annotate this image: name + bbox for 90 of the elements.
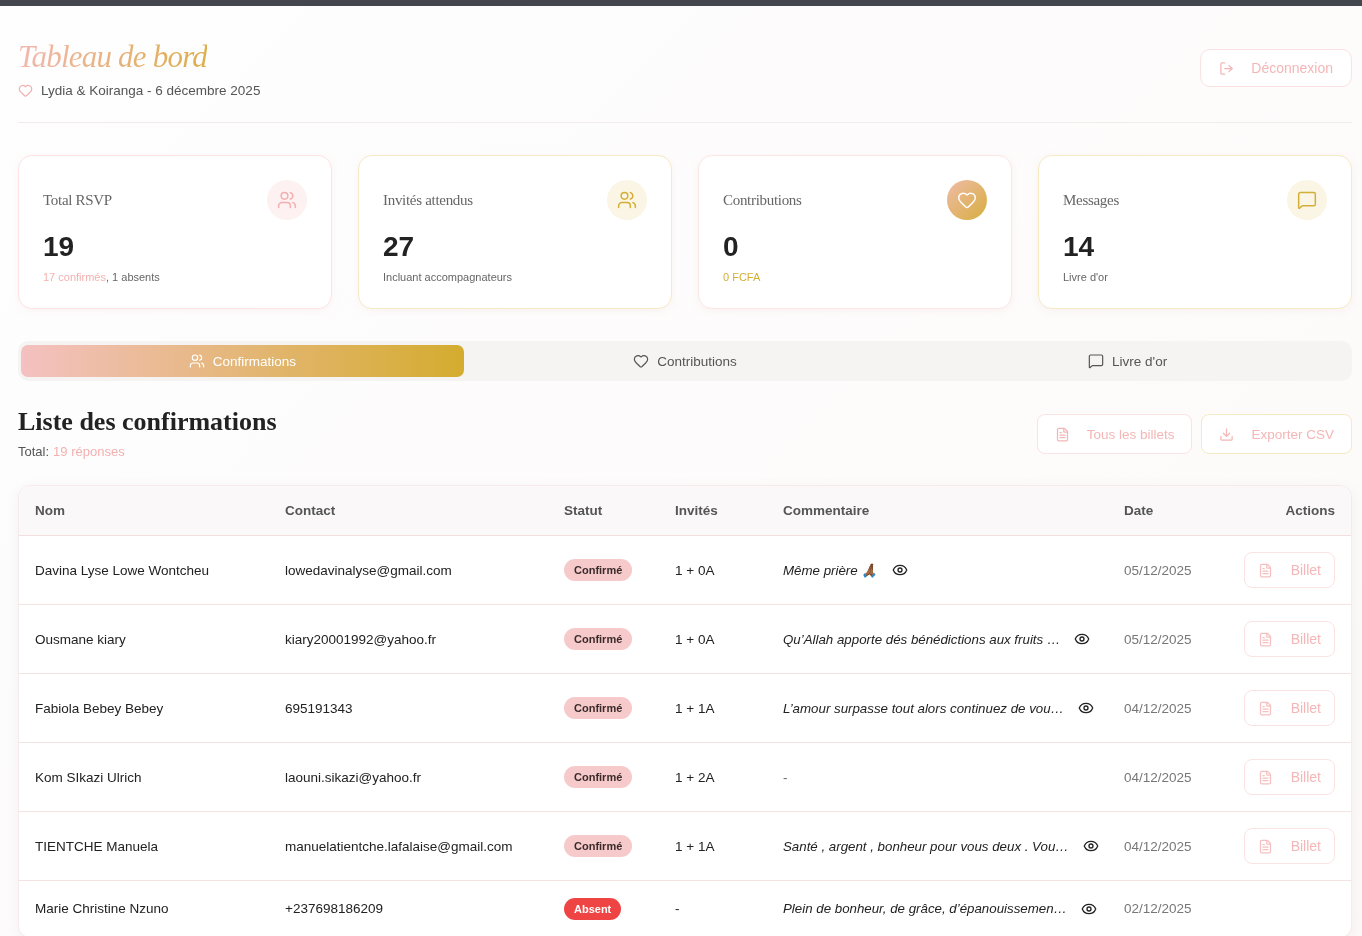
ticket-button[interactable]: Billet xyxy=(1243,828,1335,864)
document-icon xyxy=(1257,700,1273,716)
document-icon xyxy=(1257,838,1273,854)
ticket-button[interactable]: Billet xyxy=(1243,552,1335,588)
table-cell: Davina Lyse Lowe Wontcheu xyxy=(35,562,210,578)
stat-value: 0 xyxy=(723,231,740,263)
table-cell: laouni.sikazi@yahoo.fr xyxy=(285,769,422,785)
table-cell: Ousmane kiary xyxy=(35,631,126,647)
eye-icon[interactable] xyxy=(1077,700,1094,716)
column-header: Invités xyxy=(675,503,718,518)
eye-icon[interactable] xyxy=(1082,838,1099,854)
table-cell: Fabiola Bebey Bebey xyxy=(35,700,164,716)
status-badge: Confirmé xyxy=(564,559,633,581)
comment-text: Santé , argent , bonheur pour vous deux . Vou… xyxy=(783,838,1069,854)
logout-button[interactable]: Déconnexion xyxy=(1200,49,1352,87)
table-cell: 1 + 1A xyxy=(675,700,715,716)
table-cell: 05/12/2025 xyxy=(1124,631,1192,647)
table-cell: 04/12/2025 xyxy=(1124,700,1192,716)
heart-icon xyxy=(633,353,650,369)
table-cell: Marie Christine Nzuno xyxy=(35,901,169,916)
table-cell: 1 + 1A xyxy=(675,838,715,854)
section-title: Liste des confirmations xyxy=(18,407,277,437)
column-header: Commentaire xyxy=(783,503,870,518)
stat-detail: 0 FCFA xyxy=(723,271,761,283)
speech-bubble-icon xyxy=(1088,353,1105,369)
stat-value: 14 xyxy=(1063,231,1096,263)
document-icon xyxy=(1257,631,1273,647)
ticket-button[interactable]: Billet xyxy=(1243,621,1335,657)
column-header: Contact xyxy=(285,503,336,518)
speech-bubble-icon xyxy=(1287,180,1327,220)
table-cell: 02/12/2025 xyxy=(1124,901,1192,916)
ticket-button[interactable]: Billet xyxy=(1243,690,1335,726)
stat-value: 27 xyxy=(383,231,416,263)
eye-icon[interactable] xyxy=(1074,631,1091,647)
tab[interactable]: Contributions xyxy=(463,345,907,377)
tab[interactable]: Livre d'or xyxy=(906,345,1349,377)
table-cell: manuelatientche.lafalaise@gmail.com xyxy=(285,838,513,854)
total-count: 19 réponses xyxy=(53,443,125,461)
status-badge: Confirmé xyxy=(564,697,633,719)
table-cell: 04/12/2025 xyxy=(1124,838,1192,854)
stat-label: Messages xyxy=(1063,191,1119,209)
column-header: Nom xyxy=(35,503,65,518)
document-icon xyxy=(1054,426,1070,442)
status-badge: Confirmé xyxy=(564,835,633,857)
download-icon xyxy=(1219,426,1235,442)
stat-detail: Livre d'or xyxy=(1063,271,1108,283)
table-cell: 1 + 0A xyxy=(675,562,715,578)
stat-detail: 17 confirmés xyxy=(43,271,106,283)
export-button[interactable]: Exporter CSV xyxy=(1201,414,1352,454)
table-cell: 05/12/2025 xyxy=(1124,562,1192,578)
table-cell: TIENTCHE Manuela xyxy=(35,838,159,854)
heart-icon xyxy=(18,83,33,98)
comment-text: Qu’Allah apporte dés bénédictions aux fruits … xyxy=(783,631,1061,647)
stat-label: Invités attendus xyxy=(383,191,473,209)
comment-text: Même prière 🙏🏾 xyxy=(783,562,879,578)
table-cell: lowedavinalyse@gmail.com xyxy=(285,562,452,578)
logout-icon xyxy=(1219,60,1235,76)
table-cell: kiary20001992@yahoo.fr xyxy=(285,631,437,647)
stat-label: Contributions xyxy=(723,191,802,209)
comment-text: L’amour surpasse tout alors continuez de vou… xyxy=(783,700,1064,716)
status-badge: Absent xyxy=(564,897,622,920)
users-icon xyxy=(267,180,307,220)
status-badge: Confirmé xyxy=(564,766,633,788)
total-label: Total: xyxy=(18,443,50,461)
event-subtitle: Lydia & Koiranga - 6 décembre 2025 xyxy=(41,83,261,98)
users-icon xyxy=(188,353,205,369)
table-cell: - xyxy=(675,901,680,916)
table-cell: 1 + 0A xyxy=(675,631,715,647)
document-icon xyxy=(1257,769,1273,785)
document-icon xyxy=(1257,562,1273,578)
eye-icon[interactable] xyxy=(892,562,909,578)
tickets-button[interactable]: Tous les billets xyxy=(1036,414,1193,454)
table-cell: 1 + 2A xyxy=(675,769,715,785)
table-cell: 695191343 xyxy=(285,700,353,716)
table-cell: Kom SIkazi Ulrich xyxy=(35,769,142,785)
stat-detail: Incluant accompagnateurs xyxy=(383,271,513,283)
tab[interactable]: Confirmations xyxy=(21,345,464,377)
status-badge: Confirmé xyxy=(564,628,633,650)
table-cell: 04/12/2025 xyxy=(1124,769,1192,785)
comment-text: Plein de bonheur, de grâce, d’épanouissemen… xyxy=(783,901,1067,916)
column-header: Statut xyxy=(564,503,603,518)
column-header: Actions xyxy=(1285,503,1335,518)
comment-text: - xyxy=(783,769,788,785)
stat-value: 19 xyxy=(43,231,76,263)
users-icon xyxy=(607,180,647,220)
ticket-button[interactable]: Billet xyxy=(1243,759,1335,795)
table-cell: +237698186209 xyxy=(285,901,383,916)
column-header: Date xyxy=(1124,503,1154,518)
stat-label: Total RSVP xyxy=(43,191,112,209)
stat-detail: , 1 absents xyxy=(106,271,160,283)
